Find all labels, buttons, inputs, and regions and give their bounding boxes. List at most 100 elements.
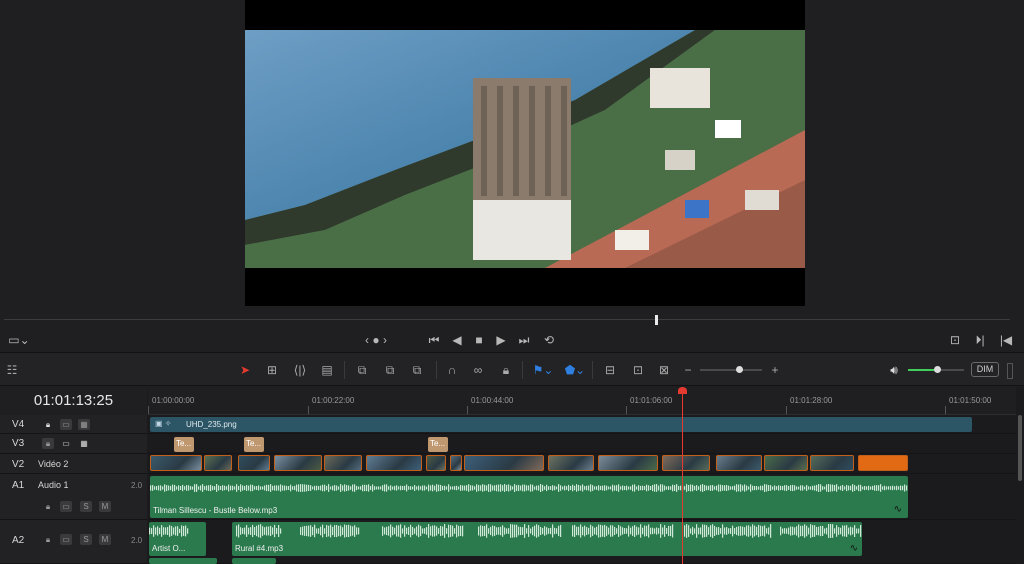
video-thumbnail-clip[interactable] <box>662 455 710 471</box>
video-thumbnail-clip[interactable] <box>716 455 762 471</box>
auto-select-icon[interactable]: ▭ <box>60 438 72 449</box>
go-to-end-icon[interactable]: ⏭ <box>516 331 532 349</box>
next-clip-icon[interactable]: ⏵| <box>972 331 988 349</box>
auto-select-icon[interactable]: ▭ <box>60 534 72 545</box>
time-ruler[interactable]: 01:00:00:00 01:00:22:00 01:00:44:00 01:0… <box>148 387 1016 415</box>
viewer-scrubber[interactable] <box>0 312 1024 328</box>
video-thumbnail-clip[interactable] <box>450 455 462 471</box>
title-clip[interactable]: Te... <box>174 437 194 452</box>
track-header-a1[interactable]: A1 Audio 1 2.0 🔒︎ ▭ S M <box>0 474 147 520</box>
ruler-label: 01:01:28:00 <box>790 396 833 405</box>
play-reverse-icon[interactable]: ◀ <box>450 331 464 349</box>
zoom-slider-handle[interactable] <box>736 366 743 373</box>
auto-select-icon[interactable]: ▭ <box>60 501 72 512</box>
audio-clip[interactable] <box>149 558 217 564</box>
scrollbar-thumb[interactable] <box>1018 415 1022 481</box>
video-thumbnail-clip[interactable] <box>204 455 232 471</box>
title-clip[interactable]: Te... <box>428 437 448 452</box>
dynamic-trim-icon[interactable]: ⟨|⟩ <box>290 361 310 379</box>
video-thumbnail-clip[interactable] <box>324 455 362 471</box>
match-frame-icon[interactable]: ⊡ <box>946 331 964 349</box>
mute-button[interactable]: M <box>99 534 111 545</box>
auto-select-icon[interactable]: ▭ <box>60 419 72 430</box>
volume-icon[interactable]: 🔊︎ <box>886 361 902 379</box>
solo-button[interactable]: S <box>80 501 92 512</box>
overwrite-clip-icon[interactable]: ⧉ <box>380 361 400 379</box>
track-lock-icon[interactable]: 🔒︎ <box>42 501 54 512</box>
track-header-v3[interactable]: V3 🔒︎ ▭ ▦ <box>0 434 147 454</box>
zoom-full-icon[interactable]: ⊟ <box>600 361 620 379</box>
video-thumbnail-clip[interactable] <box>150 455 202 471</box>
flag-icon[interactable]: ⚑⌄ <box>530 361 556 379</box>
zoom-detail-icon[interactable]: ⊡ <box>628 361 648 379</box>
video-preview[interactable] <box>245 0 805 306</box>
clip-label: UHD_235.png <box>186 420 237 429</box>
track-lock-icon[interactable]: 🔒︎ <box>42 534 54 545</box>
lock-icon[interactable]: 🔒︎ <box>498 361 514 379</box>
track-lock-icon[interactable]: 🔒︎ <box>42 419 54 430</box>
ruler-tick <box>148 406 149 414</box>
zoom-custom-icon[interactable]: ⊠ <box>654 361 674 379</box>
fade-curve-icon[interactable]: ∿ <box>850 543 858 554</box>
stop-icon[interactable]: ■ <box>472 331 486 349</box>
audio-clip[interactable] <box>232 558 276 564</box>
video-clip-selected[interactable] <box>858 455 908 471</box>
audio-clip[interactable]: Rural #4.mp3 ∿ <box>232 522 862 556</box>
audio-waveform <box>236 524 862 538</box>
playhead-handle[interactable] <box>678 387 687 394</box>
video-thumbnail-clip[interactable] <box>274 455 322 471</box>
divider <box>436 361 437 379</box>
track-header-a2[interactable]: A2 2.0 🔒︎ ▭ S M <box>0 520 147 564</box>
video-clip[interactable]: ▣ ✧ UHD_235.png <box>150 417 972 432</box>
track-header-v2[interactable]: V2 Vidéo 2 <box>0 454 147 474</box>
playhead[interactable] <box>682 387 683 564</box>
insert-clip-icon[interactable]: ⧉ <box>352 361 372 379</box>
jog-control[interactable]: ‹ ● › <box>358 331 394 349</box>
track-v2 <box>148 454 1016 474</box>
video-thumbnail-clip[interactable] <box>598 455 658 471</box>
dim-button[interactable]: DIM <box>971 362 999 377</box>
selection-arrow-icon[interactable]: ➤ <box>238 361 252 379</box>
play-icon[interactable]: ▶ <box>494 331 508 349</box>
track-lock-icon[interactable]: 🔒︎ <box>42 438 54 449</box>
ruler-label: 01:01:06:00 <box>630 396 673 405</box>
track-enable-icon[interactable]: ▦ <box>78 438 90 449</box>
blade-icon[interactable]: ▤ <box>318 361 336 379</box>
replace-clip-icon[interactable]: ⧉ <box>406 361 428 379</box>
prev-clip-icon[interactable]: |◀ <box>998 331 1014 349</box>
marker-icon[interactable]: ⬟⌄ <box>562 361 588 379</box>
scrubber-handle[interactable] <box>655 315 658 325</box>
mute-button[interactable]: M <box>99 501 111 512</box>
solo-button[interactable]: S <box>80 534 92 545</box>
volume-slider-handle[interactable] <box>934 366 941 373</box>
video-thumbnail-clip[interactable] <box>764 455 808 471</box>
video-thumbnail-clip[interactable] <box>810 455 854 471</box>
zoom-out-icon[interactable]: − <box>682 361 694 379</box>
ruler-tick <box>945 406 946 414</box>
divider <box>592 361 593 379</box>
track-enable-icon[interactable]: ▦ <box>78 419 90 430</box>
video-thumbnail-clip[interactable] <box>238 455 270 471</box>
video-thumbnail-clip[interactable] <box>426 455 446 471</box>
link-icon[interactable]: ∞ <box>470 361 486 379</box>
timeline-panel: 01:01:13:25 01:00:00:00 01:00:22:00 01:0… <box>0 387 1024 564</box>
video-thumbnail-clip[interactable] <box>366 455 422 471</box>
zoom-in-icon[interactable]: + <box>768 361 782 379</box>
zoom-slider[interactable] <box>700 369 762 371</box>
audio-clip[interactable]: Artist O... <box>149 522 206 556</box>
ruler-tick <box>308 406 309 414</box>
trim-icon[interactable]: ⊞ <box>262 361 282 379</box>
loop-icon[interactable]: ⟲ <box>540 331 558 349</box>
timeline-options-icon[interactable]: ☷ <box>4 361 20 379</box>
go-to-start-icon[interactable]: ⏮ <box>426 331 442 349</box>
timeline-scrollbar[interactable] <box>1017 415 1024 564</box>
viewer-options-icon[interactable]: ▭⌄ <box>4 331 34 349</box>
video-thumbnail-clip[interactable] <box>548 455 594 471</box>
track-header-v4[interactable]: V4 🔒︎ ▭ ▦ <box>0 415 147 434</box>
fade-curve-icon[interactable]: ∿ <box>894 504 902 515</box>
audio-clip[interactable]: Tilman Sillescu - Bustle Below.mp3 ∿ <box>150 476 908 518</box>
title-clip[interactable]: Te... <box>244 437 264 452</box>
snap-icon[interactable]: ∩ <box>444 361 460 379</box>
timecode-display[interactable]: 01:01:13:25 <box>0 387 147 415</box>
video-thumbnail-clip[interactable] <box>464 455 544 471</box>
